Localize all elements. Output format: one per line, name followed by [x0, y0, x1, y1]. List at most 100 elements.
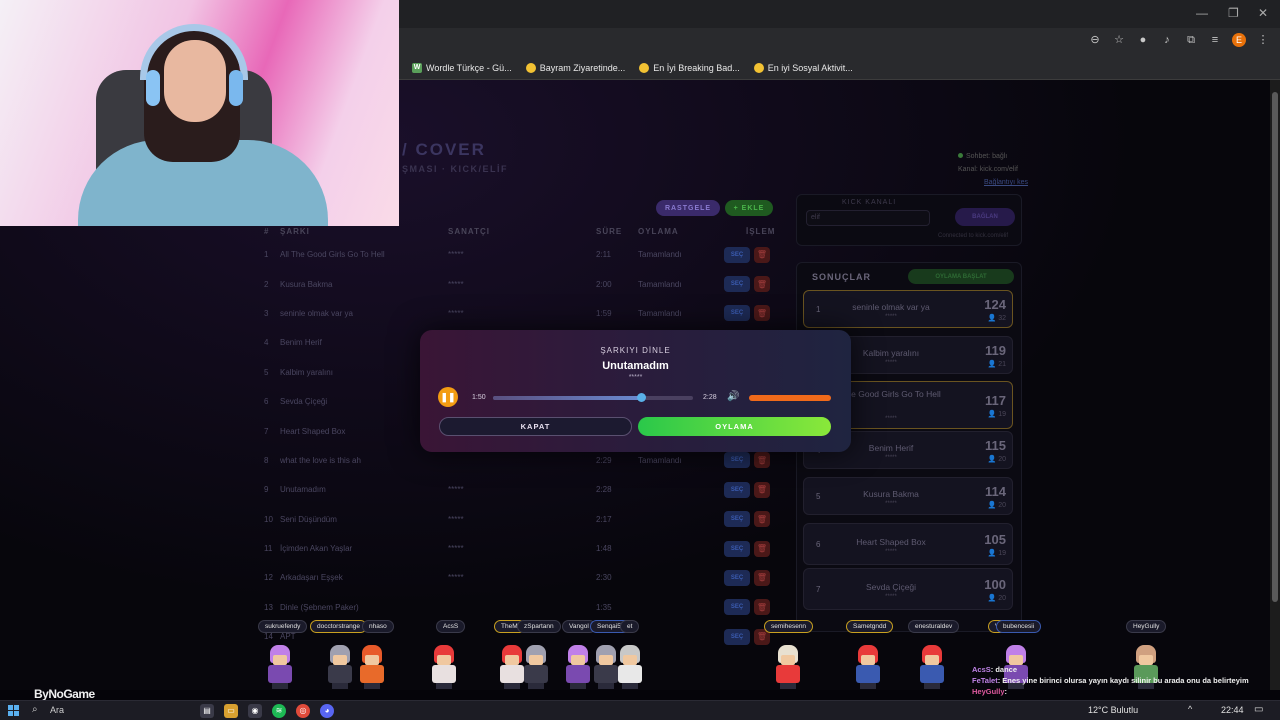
row-num: 1	[264, 250, 269, 260]
weather-widget[interactable]: 12°C Bulutlu	[1088, 705, 1138, 715]
spotify-icon[interactable]: ≋	[272, 704, 286, 718]
modal-song-title: Unutamadım	[602, 360, 669, 372]
row-duration: 2:28	[596, 485, 612, 495]
viewer-nametag: et	[620, 620, 640, 633]
bookmark-item[interactable]: En İyi Breaking Bad...	[639, 62, 740, 73]
taskbar-search[interactable]: Ara	[50, 705, 64, 715]
volume-fill	[749, 395, 831, 401]
select-button[interactable]: SEÇ	[724, 540, 750, 557]
bookmark-item[interactable]: Bayram Ziyaretinde...	[525, 62, 625, 73]
select-button[interactable]: SEÇ	[724, 511, 750, 528]
viewer-avatar-sprite	[916, 645, 948, 689]
result-item: 5 Kusura Bakma ***** 114 👤 20	[803, 477, 1013, 515]
table-row: 10 Seni Düşündüm ***** 2:17 SEÇ 🗑	[252, 505, 784, 534]
viewer-nametag: AcsS	[436, 620, 466, 633]
select-button[interactable]: SEÇ	[724, 452, 750, 469]
seek-slider[interactable]	[493, 393, 693, 402]
discord-icon[interactable]: ◕	[320, 704, 334, 718]
row-song: All The Good Girls Go To Hell	[280, 250, 385, 260]
extension-icon[interactable]: ●	[1136, 33, 1150, 47]
page-subtitle: ŞMASI · KICK/ELİF	[402, 164, 508, 174]
header-duration: SÜRE	[596, 226, 623, 236]
result-stars: *****	[885, 501, 897, 507]
viewer-avatar-sprite	[772, 645, 804, 689]
row-vote-status: Tamamlandı	[638, 279, 682, 289]
delete-icon[interactable]: 🗑	[754, 511, 770, 528]
table-row: 11 İçimden Akan Yaşlar ***** 1:48 SEÇ 🗑	[252, 534, 784, 563]
disconnect-link[interactable]: Bağlantıyı kes	[958, 176, 1028, 189]
select-button[interactable]: SEÇ	[724, 569, 750, 586]
profile-avatar[interactable]: E	[1232, 33, 1246, 47]
seek-handle[interactable]	[637, 393, 646, 402]
chrome-icon[interactable]: ◎	[296, 704, 310, 718]
maximize-icon[interactable]: ❐	[1228, 6, 1239, 20]
result-votes: 114	[985, 484, 1006, 499]
result-stars: *****	[885, 549, 897, 555]
notification-icon[interactable]: ▭	[1254, 704, 1263, 715]
result-voters: 👤 20	[987, 456, 1006, 463]
row-duration: 2:29	[596, 455, 612, 465]
viewer-nametag: sukruefendy	[258, 620, 308, 633]
delete-icon[interactable]: 🗑	[754, 246, 770, 263]
tray-arrow-icon[interactable]: ^	[1188, 704, 1192, 714]
close-button[interactable]: KAPAT	[439, 417, 632, 436]
select-button[interactable]: SEÇ	[724, 481, 750, 498]
row-artist: *****	[448, 544, 464, 554]
file-explorer-icon[interactable]: ▭	[224, 704, 238, 718]
puzzle-icon[interactable]: ⧉	[1184, 33, 1198, 47]
bookmark-label: En İyi Breaking Bad...	[653, 62, 740, 73]
close-window-icon[interactable]: ✕	[1258, 6, 1268, 20]
viewer-avatar-sprite	[428, 645, 460, 689]
task-view-icon[interactable]: ▤	[200, 704, 214, 718]
scroll-thumb[interactable]	[1272, 92, 1278, 602]
bookmark-item[interactable]: W Wordle Türkçe - Gü...	[412, 62, 512, 73]
delete-icon[interactable]: 🗑	[754, 276, 770, 293]
result-votes: 105	[984, 532, 1006, 547]
select-button[interactable]: SEÇ	[724, 276, 750, 293]
delete-icon[interactable]: 🗑	[754, 599, 770, 616]
minimize-icon[interactable]: —	[1196, 6, 1208, 20]
clock[interactable]: 22:44	[1221, 705, 1244, 715]
obs-icon[interactable]: ◉	[248, 704, 262, 718]
bookmark-item[interactable]: En iyi Sosyal Aktivit...	[753, 62, 853, 73]
select-button[interactable]: SEÇ	[724, 305, 750, 322]
kick-channel-input[interactable]: elif	[806, 210, 930, 226]
pause-button[interactable]: ❚❚	[438, 387, 458, 407]
delete-icon[interactable]: 🗑	[754, 452, 770, 469]
voter-count: 19	[998, 411, 1006, 418]
random-button[interactable]: RASTGELE	[656, 200, 720, 216]
row-num: 9	[264, 485, 269, 495]
delete-icon[interactable]: 🗑	[754, 305, 770, 322]
audio-icon[interactable]: ♪	[1160, 33, 1174, 47]
vote-button[interactable]: OYLAMA	[638, 417, 831, 436]
connect-button[interactable]: BAĞLAN	[955, 208, 1015, 226]
result-voters: 👤 32	[987, 315, 1006, 322]
zoom-icon[interactable]: ⊖	[1088, 33, 1102, 47]
menu-icon[interactable]: ⋮	[1256, 33, 1270, 47]
bookmark-star-icon[interactable]: ☆	[1112, 33, 1126, 47]
delete-icon[interactable]: 🗑	[754, 540, 770, 557]
result-song: Kalbim yaralını	[862, 348, 920, 358]
search-icon[interactable]: ⌕	[32, 704, 38, 715]
select-button[interactable]: SEÇ	[724, 599, 750, 616]
status-dot-icon	[958, 153, 963, 158]
result-song: Heart Shaped Box	[856, 537, 926, 547]
voter-count: 21	[998, 361, 1006, 368]
row-vote-status: Tamamlandı	[638, 250, 682, 260]
media-icon[interactable]: ≡	[1208, 33, 1222, 47]
table-row: 2 Kusura Bakma ***** 2:00 Tamamlandı SEÇ 🗑	[252, 269, 784, 298]
select-button[interactable]: SEÇ	[724, 246, 750, 263]
windows-start-icon[interactable]	[8, 705, 20, 717]
select-button[interactable]: SEÇ	[724, 628, 750, 645]
delete-icon[interactable]: 🗑	[754, 569, 770, 586]
delete-icon[interactable]: 🗑	[754, 481, 770, 498]
result-stars: *****	[885, 314, 897, 320]
table-row: 1 All The Good Girls Go To Hell ***** 2:11 T…	[252, 240, 784, 269]
volume-slider[interactable]	[749, 395, 831, 401]
start-voting-button[interactable]: OYLAMA BAŞLAT	[908, 269, 1014, 284]
row-song: Seni Düşündüm	[280, 514, 337, 524]
add-song-button[interactable]: + EKLE	[725, 200, 773, 216]
volume-icon[interactable]: 🔊	[727, 391, 739, 402]
page-scrollbar[interactable]	[1270, 80, 1280, 690]
viewer-avatar-sprite	[852, 645, 884, 689]
